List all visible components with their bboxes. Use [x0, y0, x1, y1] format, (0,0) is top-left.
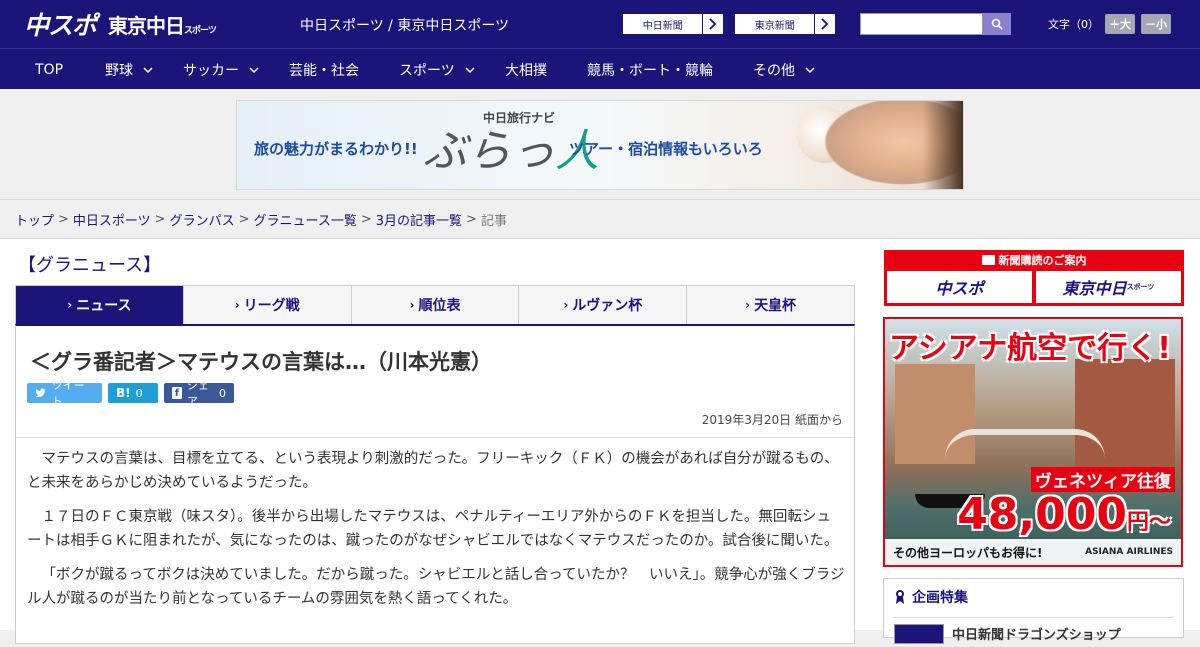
divider [16, 437, 854, 438]
facebook-icon: f [172, 387, 182, 399]
nav-item-baseball[interactable]: 野球 [105, 49, 153, 90]
travel-navi-banner[interactable]: 旅の魅力がまるわかり!! ぶらっ人 中日旅行ナビ ツアー・宿泊情報もいろいろ [236, 100, 964, 190]
chevron-right-icon: › [234, 298, 240, 312]
newspaper-icon [981, 254, 995, 265]
article-paragraph: 「ボクが蹴るってボクは決めていました。だから蹴った。シャビエルと話し合っていたか… [27, 567, 845, 607]
chevron-down-icon [465, 66, 475, 73]
hatena-bookmark-button[interactable]: B! 0 [108, 383, 158, 403]
feature-thumbnail [894, 624, 944, 644]
chevron-right-icon: › [409, 298, 415, 312]
breadcrumb-separator: > [154, 211, 166, 227]
banner-right-text: ツアー・宿泊情報もいろいろ [569, 140, 763, 158]
chevron-right-icon: › [563, 298, 569, 312]
tab-levain-cup[interactable]: › ルヴァン杯 [519, 286, 688, 324]
logo-chuspo: 中スポ [24, 11, 97, 40]
tab-emperors-cup[interactable]: › 天皇杯 [687, 286, 854, 324]
ad-price: 48,000円〜 [957, 489, 1171, 540]
feature-item-dragons-shop[interactable]: 中日新聞ドラゴンズショップ [894, 617, 1174, 647]
ext-link-label: 東京新聞 [735, 14, 816, 34]
breadcrumb-top[interactable]: トップ [15, 210, 54, 229]
breadcrumb-chunichi-sports[interactable]: 中日スポーツ [73, 210, 151, 229]
article-date: 2019年3月20日 紙面から [701, 413, 843, 427]
tab-news[interactable]: › ニュース [16, 286, 184, 324]
search-box [860, 13, 1011, 35]
chunichi-shimbun-link[interactable]: 中日新聞 [622, 13, 724, 35]
asiana-airlines-ad[interactable]: アシアナ航空で行く! ヴェネツィア往復 48,000円〜 その他ヨーロッパもお得… [883, 317, 1183, 567]
nav-item-top[interactable]: TOP [35, 49, 63, 90]
chevron-down-icon [143, 66, 153, 73]
feature-header: 企画特集 [894, 587, 968, 607]
article-body: マテウスの言葉は、目標を立てる、という表現より刺激的だった。フリーキック（ＦＫ）… [27, 447, 845, 621]
chevron-right-icon [815, 14, 835, 34]
nav-item-racing[interactable]: 競馬・ボート・競輪 [587, 49, 713, 90]
font-size-control: 文字（0） ＋大 －小 [1048, 14, 1171, 34]
breadcrumb-gra-news-list[interactable]: グラニュース一覧 [254, 210, 357, 229]
ad-footer-text: その他ヨーロッパもお得に! [893, 545, 1043, 560]
ribbon-icon [896, 590, 904, 604]
search-button[interactable] [983, 13, 1011, 35]
chevron-down-icon [805, 66, 815, 73]
nav-item-entertainment[interactable]: 芸能・社会 [289, 49, 359, 90]
breadcrumb-separator: > [466, 211, 477, 227]
nav-item-soccer[interactable]: サッカー [183, 49, 259, 90]
breadcrumb-separator: > [238, 211, 250, 227]
tokyo-shimbun-link[interactable]: 東京新聞 [734, 13, 836, 35]
hatena-icon: B! [116, 386, 131, 400]
hatena-count: 0 [135, 386, 143, 400]
banner-left-text: 旅の魅力がまるわかり!! [254, 140, 418, 158]
nav-item-sports[interactable]: スポーツ [399, 49, 475, 90]
article: ＜グラ番記者＞マテウスの言葉は…（川本光憲） ツイート B! 0 f シェア 0… [15, 324, 855, 644]
top-header: 中スポ 東京中日スポーツ 中日スポーツ / 東京中日スポーツ 中日新聞 東京新聞… [0, 0, 1200, 48]
chevron-right-icon: › [67, 298, 73, 312]
breadcrumb-current: 記事 [480, 213, 507, 229]
chevron-right-icon [703, 14, 723, 34]
article-title: ＜グラ番記者＞マテウスの言葉は…（川本光憲） [30, 350, 492, 374]
search-input[interactable] [860, 13, 983, 35]
subscribe-chuspo-link[interactable]: 中スポ [887, 271, 1032, 303]
ad-footer: その他ヨーロッパもお得に! ASIANA AIRLINES [885, 539, 1181, 565]
ext-link-label: 中日新聞 [623, 14, 704, 34]
subscribe-tokyo-chunichi-link[interactable]: 東京中日 スポーツ [1036, 271, 1181, 303]
share-buttons: ツイート B! 0 f シェア 0 [27, 379, 234, 408]
nav-item-sumo[interactable]: 大相撲 [505, 49, 547, 90]
tab-standings[interactable]: › 順位表 [352, 286, 520, 324]
search-icon [991, 18, 1003, 30]
twitter-icon [35, 388, 46, 398]
chevron-right-icon: › [745, 298, 751, 312]
breadcrumb-grampus[interactable]: グランパス [170, 210, 235, 229]
subscription-header: 新聞購読のご案内 [884, 250, 1184, 269]
breadcrumb-march-articles[interactable]: 3月の記事一覧 [376, 210, 462, 229]
category-tabs: › ニュース › リーグ戦 › 順位表 › ルヴァン杯 › 天皇杯 [15, 285, 855, 324]
tweet-button[interactable]: ツイート [27, 379, 102, 408]
woman-hair-image [923, 101, 963, 189]
breadcrumb: トップ > 中日スポーツ > グランパス > グラニュース一覧 > 3月の記事一覧 > 記… [0, 199, 1200, 239]
font-smaller-button[interactable]: －小 [1141, 14, 1171, 34]
section-title: 【グラニュース】 [18, 255, 162, 276]
ad-title: アシアナ航空で行く! [889, 331, 1171, 366]
main-nav: TOP 野球 サッカー 芸能・社会 スポーツ 大相撲 競馬・ボート・競輪 その他 [0, 48, 1200, 89]
ad-brand: ASIANA AIRLINES [1085, 547, 1173, 557]
banner-navi-label: 中日旅行ナビ [483, 111, 556, 125]
facebook-share-button[interactable]: f シェア 0 [164, 379, 234, 408]
article-paragraph: １７日のＦＣ東京戦（味スタ）。後半から出場したマテウスは、ペナルティーエリア外か… [27, 509, 839, 549]
logo-tokyo-chunichi: 東京中日スポーツ [108, 13, 217, 38]
chevron-down-icon [249, 66, 259, 73]
site-logo[interactable]: 中スポ 東京中日スポーツ [24, 8, 217, 40]
breadcrumb-separator: > [58, 211, 69, 227]
article-paragraph: マテウスの言葉は、目標を立てる、という表現より刺激的だった。フリーキック（ＦＫ）… [27, 451, 839, 491]
subscription-logos: 中スポ 東京中日 スポーツ [887, 271, 1181, 303]
font-larger-button[interactable]: ＋大 [1105, 14, 1135, 34]
facebook-count: 0 [219, 386, 226, 400]
subscription-box: 新聞購読のご案内 中スポ 東京中日 スポーツ [884, 250, 1184, 306]
tab-league[interactable]: › リーグ戦 [184, 286, 352, 324]
font-size-label: 文字（0） [1048, 18, 1099, 31]
bridge-image [945, 429, 1105, 459]
banner-area: 旅の魅力がまるわかり!! ぶらっ人 中日旅行ナビ ツアー・宿泊情報もいろいろ [0, 89, 1200, 199]
feature-box: 企画特集 中日新聞ドラゴンズショップ [883, 578, 1184, 644]
breadcrumb-separator: > [360, 211, 372, 227]
main-content: 【グラニュース】 › ニュース › リーグ戦 › 順位表 › ルヴァン杯 › 天皇杯 ＜グ… [0, 239, 1200, 644]
nav-item-other[interactable]: その他 [753, 49, 815, 90]
site-name: 中日スポーツ / 東京中日スポーツ [300, 18, 510, 34]
